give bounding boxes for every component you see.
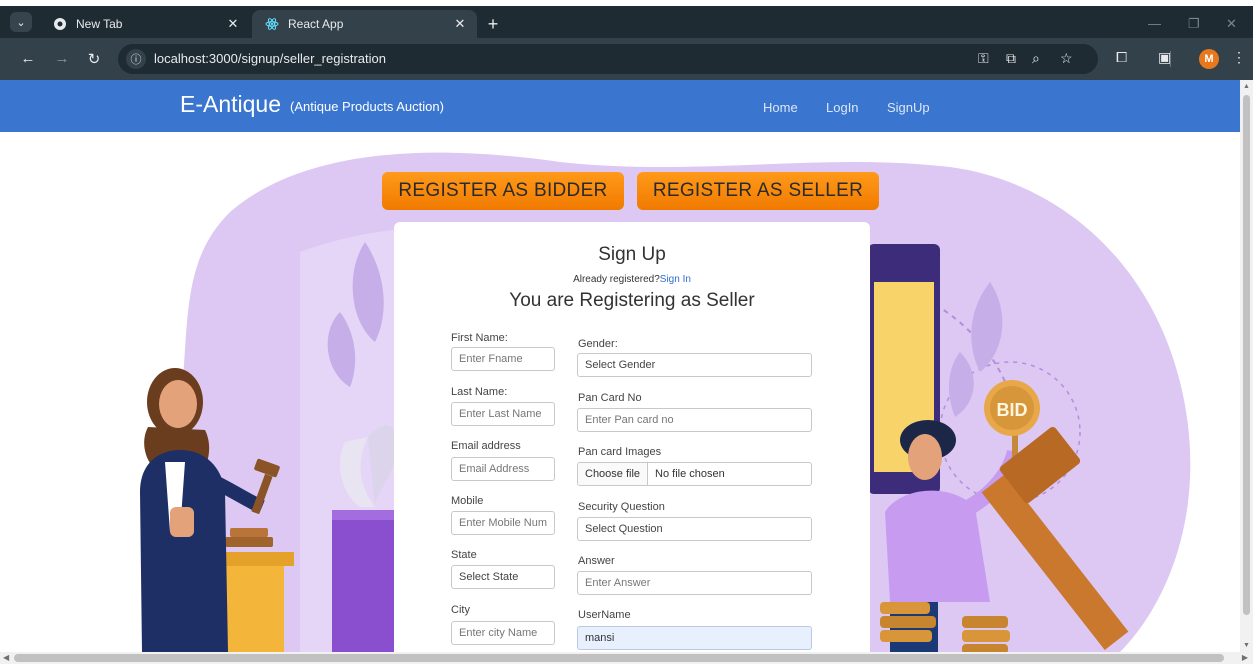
nav-link-signup[interactable]: SignUp xyxy=(887,100,930,115)
extensions-icon[interactable]: ⧠ xyxy=(1116,49,1127,66)
restore-icon[interactable]: ❐ xyxy=(1188,16,1200,32)
page-viewport: BID E-Antique (Antique Products Auction)… xyxy=(0,80,1240,652)
file-status-text: No file chosen xyxy=(655,468,725,480)
scroll-up-icon[interactable]: ▲ xyxy=(1243,83,1250,90)
gender-select[interactable]: Select Gender xyxy=(577,353,812,377)
pan-card-images-label: Pan card Images xyxy=(578,446,662,458)
tab-title: New Tab xyxy=(76,17,123,31)
menu-kebab-icon[interactable]: ⋮ xyxy=(1232,49,1246,66)
tab-new-tab[interactable]: New Tab ✕ xyxy=(40,10,250,38)
site-info-icon[interactable]: ⓘ xyxy=(126,49,146,69)
cast-icon[interactable]: ⧉ xyxy=(1006,50,1016,67)
email-input[interactable]: Email Address xyxy=(451,457,555,481)
close-icon[interactable]: ✕ xyxy=(449,16,471,32)
sign-in-link[interactable]: Sign In xyxy=(660,274,691,285)
answer-input[interactable]: Enter Answer xyxy=(577,571,812,595)
tab-strip: ⌄ New Tab ✕ React App ✕ + — ❐ ✕ xyxy=(0,6,1253,38)
address-bar[interactable]: ⓘ localhost:3000/signup/seller_registrat… xyxy=(118,44,1098,74)
avatar[interactable]: M xyxy=(1199,49,1219,69)
pan-card-no-input[interactable]: Enter Pan card no xyxy=(577,408,812,432)
pan-card-no-label: Pan Card No xyxy=(578,392,642,404)
brand-subtitle: (Antique Products Auction) xyxy=(290,99,444,114)
tab-react-app[interactable]: React App ✕ xyxy=(252,10,477,38)
chrome-icon xyxy=(52,16,68,32)
scroll-down-icon[interactable]: ▼ xyxy=(1243,642,1250,649)
reload-icon[interactable]: ↻ xyxy=(84,50,104,68)
signup-form-card: Sign Up Already registered?Sign In You a… xyxy=(394,222,870,652)
zoom-icon[interactable]: ⌕ xyxy=(1032,50,1040,67)
scroll-right-icon[interactable]: ▶ xyxy=(1242,653,1248,662)
horizontal-scrollbar[interactable]: ◀ ▶ xyxy=(0,652,1253,664)
window-close-icon[interactable]: ✕ xyxy=(1226,16,1237,32)
register-as-bidder-button[interactable]: REGISTER AS BIDDER xyxy=(382,172,624,210)
password-key-icon[interactable]: ⚿ xyxy=(978,50,989,67)
bookmark-star-icon[interactable]: ☆ xyxy=(1060,50,1073,67)
scrollbar-thumb[interactable] xyxy=(1243,95,1250,615)
last-name-label: Last Name: xyxy=(451,386,508,398)
back-icon[interactable]: ← xyxy=(18,50,38,67)
last-name-input[interactable]: Enter Last Name xyxy=(451,402,555,426)
side-panel-icon[interactable]: ▣ xyxy=(1158,49,1171,66)
gender-label: Gender: xyxy=(578,338,618,350)
already-registered-label: Already registered? xyxy=(573,274,660,285)
forward-icon[interactable]: → xyxy=(52,50,72,67)
bid-sign-text: BID xyxy=(997,400,1028,420)
mobile-label: Mobile xyxy=(451,495,484,507)
security-question-label: Security Question xyxy=(578,501,665,513)
state-label: State xyxy=(451,549,477,561)
username-label: UserName xyxy=(578,609,631,621)
scrollbar-thumb[interactable] xyxy=(14,654,1224,662)
nav-link-login[interactable]: LogIn xyxy=(826,100,859,115)
register-as-seller-button[interactable]: REGISTER AS SELLER xyxy=(637,172,879,210)
vertical-scrollbar[interactable]: ▲ ▼ xyxy=(1240,80,1253,652)
username-input[interactable]: mansi xyxy=(577,626,812,650)
first-name-label: First Name: xyxy=(451,332,508,344)
pan-card-file-input[interactable]: Choose file No file chosen xyxy=(577,462,812,486)
react-icon xyxy=(264,16,280,32)
registering-role-heading: You are Registering as Seller xyxy=(509,290,755,311)
security-question-select[interactable]: Select Question xyxy=(577,517,812,541)
choose-file-button[interactable]: Choose file xyxy=(578,463,649,485)
answer-label: Answer xyxy=(578,555,615,567)
browser-toolbar: ← → ↻ ⓘ localhost:3000/signup/seller_reg… xyxy=(0,38,1253,80)
brand-logo-text[interactable]: E-Antique xyxy=(180,91,281,118)
form-title: Sign Up xyxy=(598,244,666,265)
mobile-input[interactable]: Enter Mobile Num xyxy=(451,511,555,535)
url-text[interactable]: localhost:3000/signup/seller_registratio… xyxy=(154,51,386,66)
tab-title: React App xyxy=(288,17,344,31)
close-icon[interactable]: ✕ xyxy=(222,16,244,32)
scroll-left-icon[interactable]: ◀ xyxy=(3,653,9,662)
already-registered-text: Already registered?Sign In xyxy=(394,274,870,285)
tab-search-button[interactable]: ⌄ xyxy=(10,12,32,32)
site-navbar: E-Antique (Antique Products Auction) Hom… xyxy=(0,80,1240,132)
nav-link-home[interactable]: Home xyxy=(763,100,798,115)
city-label: City xyxy=(451,604,470,616)
minimize-icon[interactable]: — xyxy=(1148,16,1161,31)
first-name-input[interactable]: Enter Fname xyxy=(451,347,555,371)
email-label: Email address xyxy=(451,440,521,452)
new-tab-button[interactable]: + xyxy=(482,14,504,36)
city-input[interactable]: Enter city Name xyxy=(451,621,555,645)
state-select[interactable]: Select State xyxy=(451,565,555,589)
